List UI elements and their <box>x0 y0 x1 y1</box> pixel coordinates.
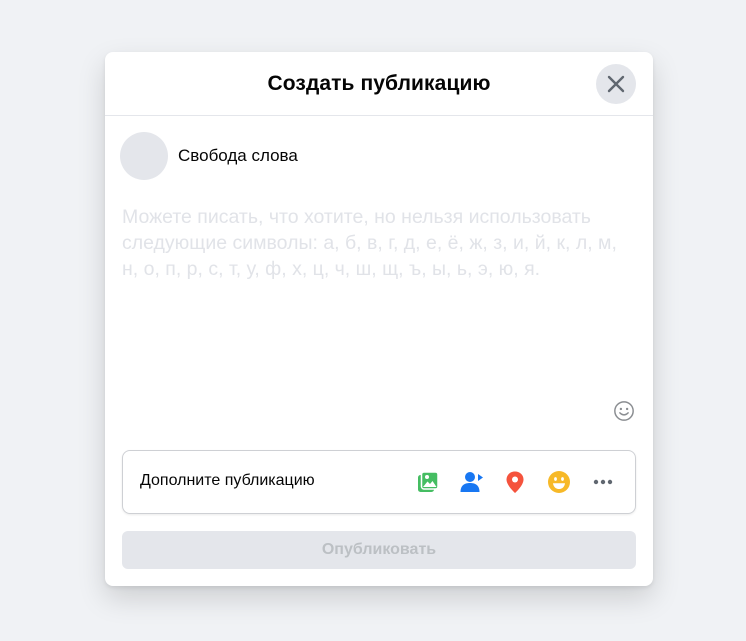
feeling-emoji-icon <box>548 471 570 493</box>
add-to-post-label[interactable]: Дополните публикацию <box>140 472 315 490</box>
tag-people-button[interactable] <box>457 467 487 497</box>
dialog-title: Создать публикацию <box>267 72 491 95</box>
dialog-header: Создать публикацию <box>105 52 653 116</box>
post-text-input[interactable] <box>122 204 638 384</box>
photo-video-button[interactable] <box>413 467 443 497</box>
photo-video-icon <box>418 471 439 492</box>
tag-people-icon <box>460 472 483 492</box>
add-to-post-box: Дополните публикацию <box>122 450 636 514</box>
author-name[interactable]: Свобода слова <box>178 146 298 166</box>
smiley-icon[interactable] <box>613 400 635 422</box>
feeling-activity-button[interactable] <box>544 467 574 497</box>
close-icon <box>607 75 625 93</box>
create-post-dialog: Создать публикацию Свобода слова Дополни… <box>105 52 653 586</box>
check-in-button[interactable] <box>500 467 530 497</box>
more-options-button[interactable] <box>588 467 618 497</box>
avatar[interactable] <box>120 132 168 180</box>
close-button[interactable] <box>596 64 636 104</box>
publish-button[interactable]: Опубликовать <box>122 531 636 569</box>
location-pin-icon <box>506 471 524 493</box>
author-row: Свобода слова <box>120 132 298 180</box>
more-icon <box>593 479 613 485</box>
